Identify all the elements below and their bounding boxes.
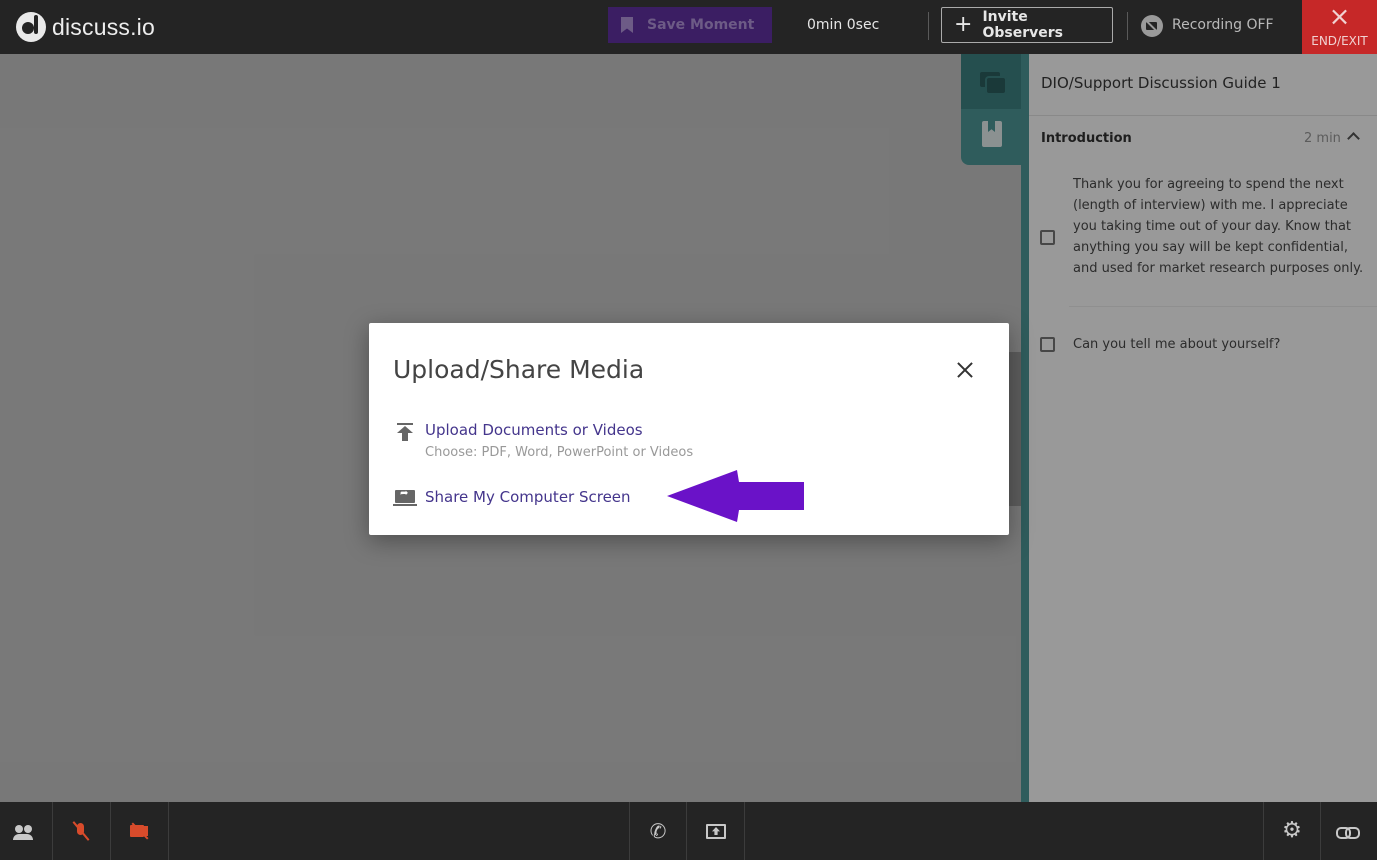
participants-icon[interactable]: [0, 802, 56, 860]
dialog-title: Upload/Share Media: [393, 355, 645, 384]
save-moment-label: Save Moment: [647, 17, 755, 33]
link-icon[interactable]: [1321, 802, 1377, 860]
divider: [686, 802, 687, 860]
gear-icon[interactable]: ⚙: [1264, 802, 1320, 860]
logo-icon: [16, 12, 46, 42]
bottom-toolbar: ✆ ⚙: [0, 802, 1377, 860]
plus-icon: +: [954, 12, 973, 37]
end-exit-label: END/EXIT: [1311, 34, 1368, 48]
top-bar: discuss.io Save Moment 0min 0sec + Invit…: [0, 0, 1377, 54]
save-moment-button[interactable]: Save Moment: [608, 7, 772, 43]
recording-status[interactable]: Recording OFF: [1172, 17, 1274, 33]
share-screen-icon[interactable]: [689, 802, 745, 860]
divider: [744, 802, 745, 860]
share-screen-link[interactable]: Share My Computer Screen: [425, 488, 631, 506]
mic-off-icon[interactable]: [53, 802, 109, 860]
upload-icon: [396, 423, 414, 441]
phone-icon[interactable]: ✆: [630, 802, 686, 860]
divider: [928, 12, 929, 40]
upload-documents-link[interactable]: Upload Documents or Videos: [425, 421, 643, 439]
end-exit-button[interactable]: × END/EXIT: [1302, 0, 1377, 54]
invite-observers-label: Invite Observers: [982, 9, 1063, 41]
divider: [168, 802, 169, 860]
bookmark-icon: [621, 17, 633, 33]
screen-share-icon: [393, 488, 417, 507]
close-icon[interactable]: [953, 359, 977, 383]
session-timer: 0min 0sec: [807, 17, 880, 33]
annotation-arrow-icon: [667, 470, 804, 522]
app-logo: discuss.io: [16, 10, 155, 44]
invite-observers-button[interactable]: + Invite Observers: [941, 7, 1113, 43]
recording-off-icon[interactable]: [1141, 15, 1163, 37]
logo-text: discuss.io: [52, 13, 155, 40]
upload-file-types: Choose: PDF, Word, PowerPoint or Videos: [425, 445, 694, 460]
close-icon: ×: [1328, 2, 1351, 32]
camera-off-icon[interactable]: [111, 802, 167, 860]
divider: [1127, 12, 1128, 40]
